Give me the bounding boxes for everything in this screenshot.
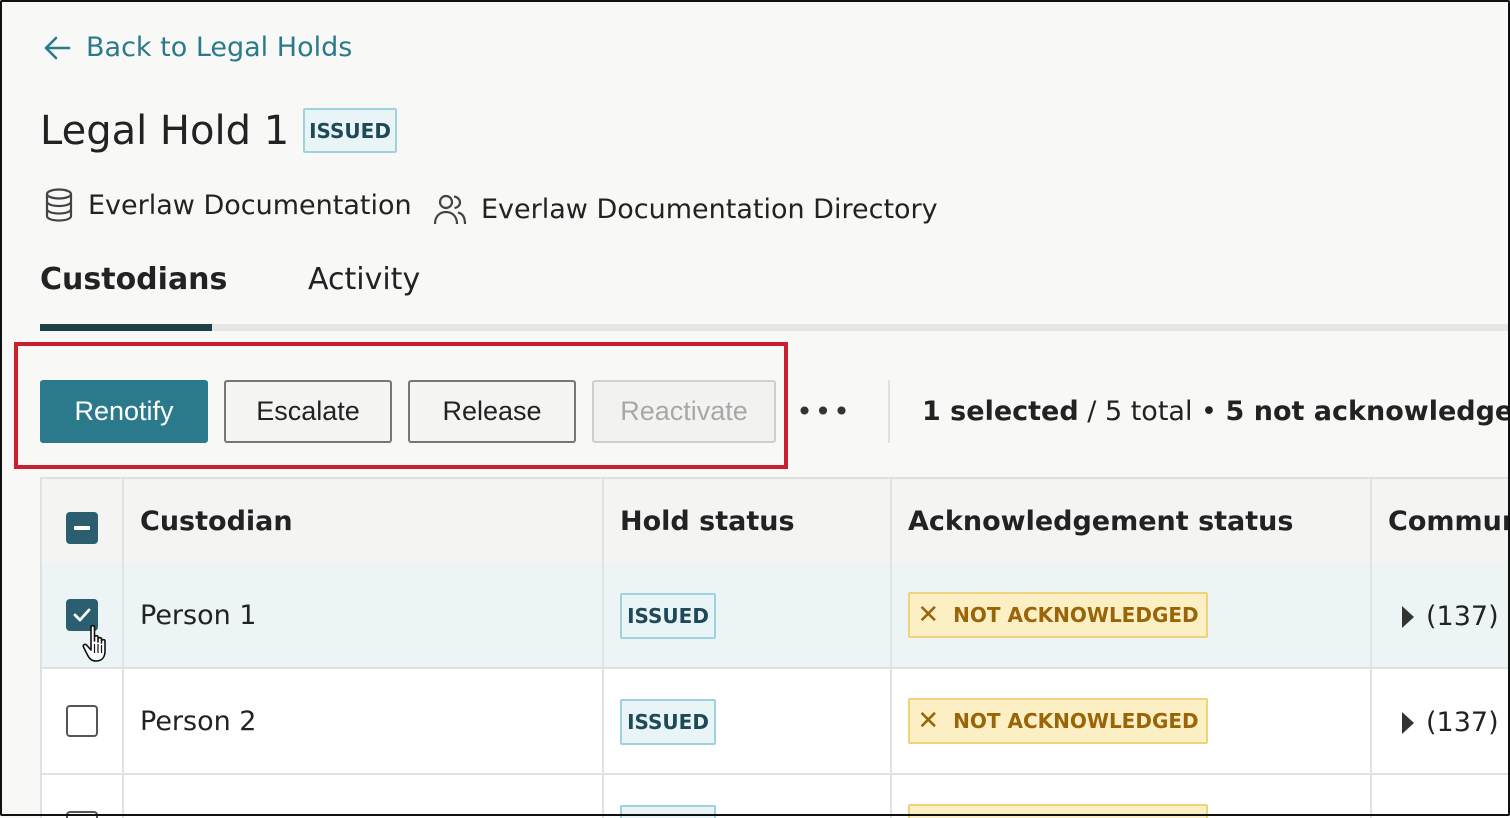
communications-toggle[interactable]: (137) — [1402, 707, 1499, 738]
release-button[interactable]: Release — [408, 380, 576, 443]
selected-count: 1 selected — [922, 396, 1079, 427]
close-icon: ✕ — [917, 600, 940, 630]
ack-status-badge: ✕ NOT ACKNOWLEDGED — [908, 592, 1208, 638]
table-row[interactable]: Person 2 ISSUED ✕ NOT ACKNOWLEDGED (137) — [42, 669, 1510, 775]
tab-activity[interactable]: Activity — [308, 262, 420, 297]
column-divider — [122, 479, 124, 818]
hand-pointer-cursor-icon — [82, 624, 106, 662]
communications-toggle[interactable]: (137) — [1402, 601, 1499, 632]
arrow-left-icon — [44, 36, 71, 59]
select-all-checkbox[interactable] — [66, 512, 98, 544]
custodian-name: Person 1 — [140, 599, 257, 631]
renotify-button[interactable]: Renotify — [40, 380, 208, 443]
communications-count: (137) — [1426, 707, 1499, 738]
caret-right-icon — [1402, 711, 1414, 734]
header-ack-status[interactable]: Acknowledgement status — [908, 479, 1293, 563]
active-tab-indicator — [40, 324, 212, 331]
column-divider — [1370, 479, 1372, 818]
users-icon — [433, 194, 467, 225]
back-to-legal-holds-link[interactable]: Back to Legal Holds — [42, 32, 352, 63]
table-header-row: Custodian Hold status Acknowledgement st… — [42, 479, 1510, 565]
total-count: / 5 total • — [1078, 396, 1226, 427]
ack-status-label: NOT ACKNOWLEDGED — [953, 603, 1199, 627]
check-icon — [73, 608, 91, 622]
more-actions-button[interactable]: ••• — [796, 394, 850, 428]
database-name: Everlaw Documentation — [88, 189, 412, 221]
custodians-table: Custodian Hold status Acknowledgement st… — [40, 477, 1510, 818]
communications-count: (137) — [1426, 601, 1499, 632]
database-icon — [45, 188, 73, 222]
table-row[interactable]: Person 1 ISSUED ✕ NOT ACKNOWLEDGED (137) — [42, 563, 1510, 669]
tab-track — [40, 324, 1510, 331]
selection-summary: 1 selected / 5 total • 5 not acknowledge… — [922, 396, 1510, 427]
row-checkbox[interactable] — [66, 705, 98, 737]
ack-status-label: NOT ACKNOWLEDGED — [953, 709, 1199, 733]
close-icon: ✕ — [917, 706, 940, 736]
caret-right-icon — [1402, 605, 1414, 628]
reactivate-button[interactable]: Reactivate — [592, 380, 776, 443]
tab-custodians[interactable]: Custodians — [40, 262, 227, 297]
ack-status-badge: ✕ NOT ACKNOWLEDGED — [908, 698, 1208, 744]
escalate-button[interactable]: Escalate — [224, 380, 392, 443]
hold-status-badge: ISSUED — [303, 108, 397, 153]
hold-status-badge: ISSUED — [620, 593, 716, 639]
minus-icon — [74, 526, 90, 530]
hold-status-badge — [620, 805, 716, 818]
header-hold-status[interactable]: Hold status — [620, 479, 795, 563]
hold-status-badge: ISSUED — [620, 699, 716, 745]
header-communications[interactable]: Commun — [1388, 479, 1510, 563]
not-acknowledged-count: 5 not acknowledged — [1225, 396, 1510, 427]
directory-name: Everlaw Documentation Directory — [481, 193, 938, 225]
database-info: Everlaw Documentation — [44, 188, 412, 222]
row-checkbox[interactable] — [66, 811, 98, 818]
directory-info: Everlaw Documentation Directory — [433, 192, 938, 226]
column-divider — [890, 479, 892, 818]
back-link-label: Back to Legal Holds — [86, 32, 353, 63]
custodian-name: Person 2 — [140, 705, 257, 737]
page-title: Legal Hold 1 — [40, 108, 290, 154]
column-divider — [602, 479, 604, 818]
header-custodian[interactable]: Custodian — [140, 479, 293, 563]
table-row[interactable] — [42, 775, 1510, 818]
toolbar-divider — [888, 380, 890, 443]
